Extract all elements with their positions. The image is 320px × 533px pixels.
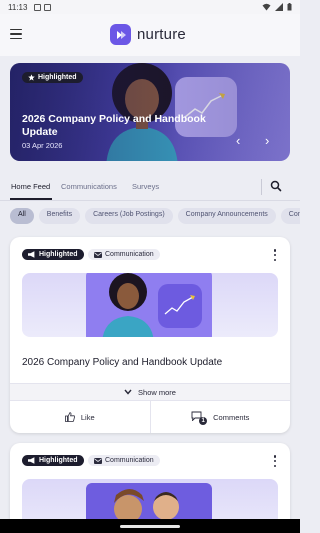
tab-surveys[interactable]: Surveys <box>132 182 159 191</box>
show-more-button[interactable]: Show more <box>10 383 290 401</box>
hero-title[interactable]: 2026 Company Policy and Handbook Update <box>22 113 222 139</box>
megaphone-icon <box>28 251 35 258</box>
comment-icon: 1 <box>191 411 208 425</box>
wifi-icon <box>262 3 271 11</box>
card-title[interactable]: 2026 Company Policy and Handbook Update <box>22 357 222 368</box>
card-image <box>22 273 278 337</box>
divider <box>261 179 262 195</box>
card-person-image <box>102 273 154 337</box>
nurture-logo-icon <box>110 24 131 45</box>
communication-badge: Communication <box>88 455 160 466</box>
like-button[interactable]: Like <box>10 401 150 433</box>
chip-careers[interactable]: Careers (Job Postings) <box>85 208 173 224</box>
tab-communications[interactable]: Communications <box>61 182 117 191</box>
more-options-icon[interactable] <box>273 249 277 261</box>
thumbs-up-icon <box>64 412 75 422</box>
card-actions: Like 1 Comments <box>10 401 290 433</box>
communication-badge: Communication <box>88 249 160 260</box>
battery-icon <box>287 3 292 11</box>
comments-count-badge: 1 <box>199 417 208 425</box>
highlighted-badge: Highlighted <box>22 72 83 83</box>
category-chips: All Benefits Careers (Job Postings) Comp… <box>10 208 300 224</box>
status-bar: 11:13 <box>0 0 300 14</box>
hero-date: 03 Apr 2026 <box>22 141 63 150</box>
highlighted-badge: Highlighted <box>22 249 84 260</box>
feed-tabs: Home Feed Communications Surveys <box>0 176 300 200</box>
more-options-icon[interactable] <box>273 455 277 467</box>
home-gesture-handle[interactable] <box>120 525 180 528</box>
chip-benefits[interactable]: Benefits <box>38 208 81 224</box>
card-growth-panel <box>158 284 202 328</box>
search-icon[interactable] <box>269 179 283 193</box>
envelope-icon <box>94 251 102 258</box>
carousel-prev-button[interactable]: ‹ <box>236 133 240 148</box>
tabs-divider-line <box>0 200 300 201</box>
star-icon <box>28 74 35 81</box>
feed-card[interactable]: Highlighted Communication 2026 Company P… <box>10 237 290 433</box>
status-time: 11:13 <box>8 2 28 12</box>
system-navigation-bar <box>0 519 300 533</box>
notification-icon <box>34 3 42 11</box>
chip-communications[interactable]: Com <box>280 208 300 224</box>
notification-icon <box>44 3 52 11</box>
megaphone-icon <box>28 457 35 464</box>
chip-company-announcements[interactable]: Company Announcements <box>177 208 276 224</box>
comments-button[interactable]: 1 Comments <box>151 401 291 433</box>
chevron-down-icon <box>124 389 132 395</box>
brand-name: nurture <box>137 26 186 43</box>
card-image-inner <box>86 273 212 337</box>
menu-icon[interactable] <box>10 29 22 39</box>
carousel-next-button[interactable]: › <box>265 133 269 148</box>
app-bar: nurture <box>0 14 300 56</box>
highlight-carousel[interactable]: Highlighted 2026 Company Policy and Hand… <box>10 63 290 161</box>
chip-all[interactable]: All <box>10 208 34 224</box>
envelope-icon <box>94 457 102 464</box>
signal-icon <box>275 3 283 11</box>
brand-logo: nurture <box>110 24 186 45</box>
highlighted-badge: Highlighted <box>22 455 84 466</box>
tab-home-feed[interactable]: Home Feed <box>11 182 50 191</box>
